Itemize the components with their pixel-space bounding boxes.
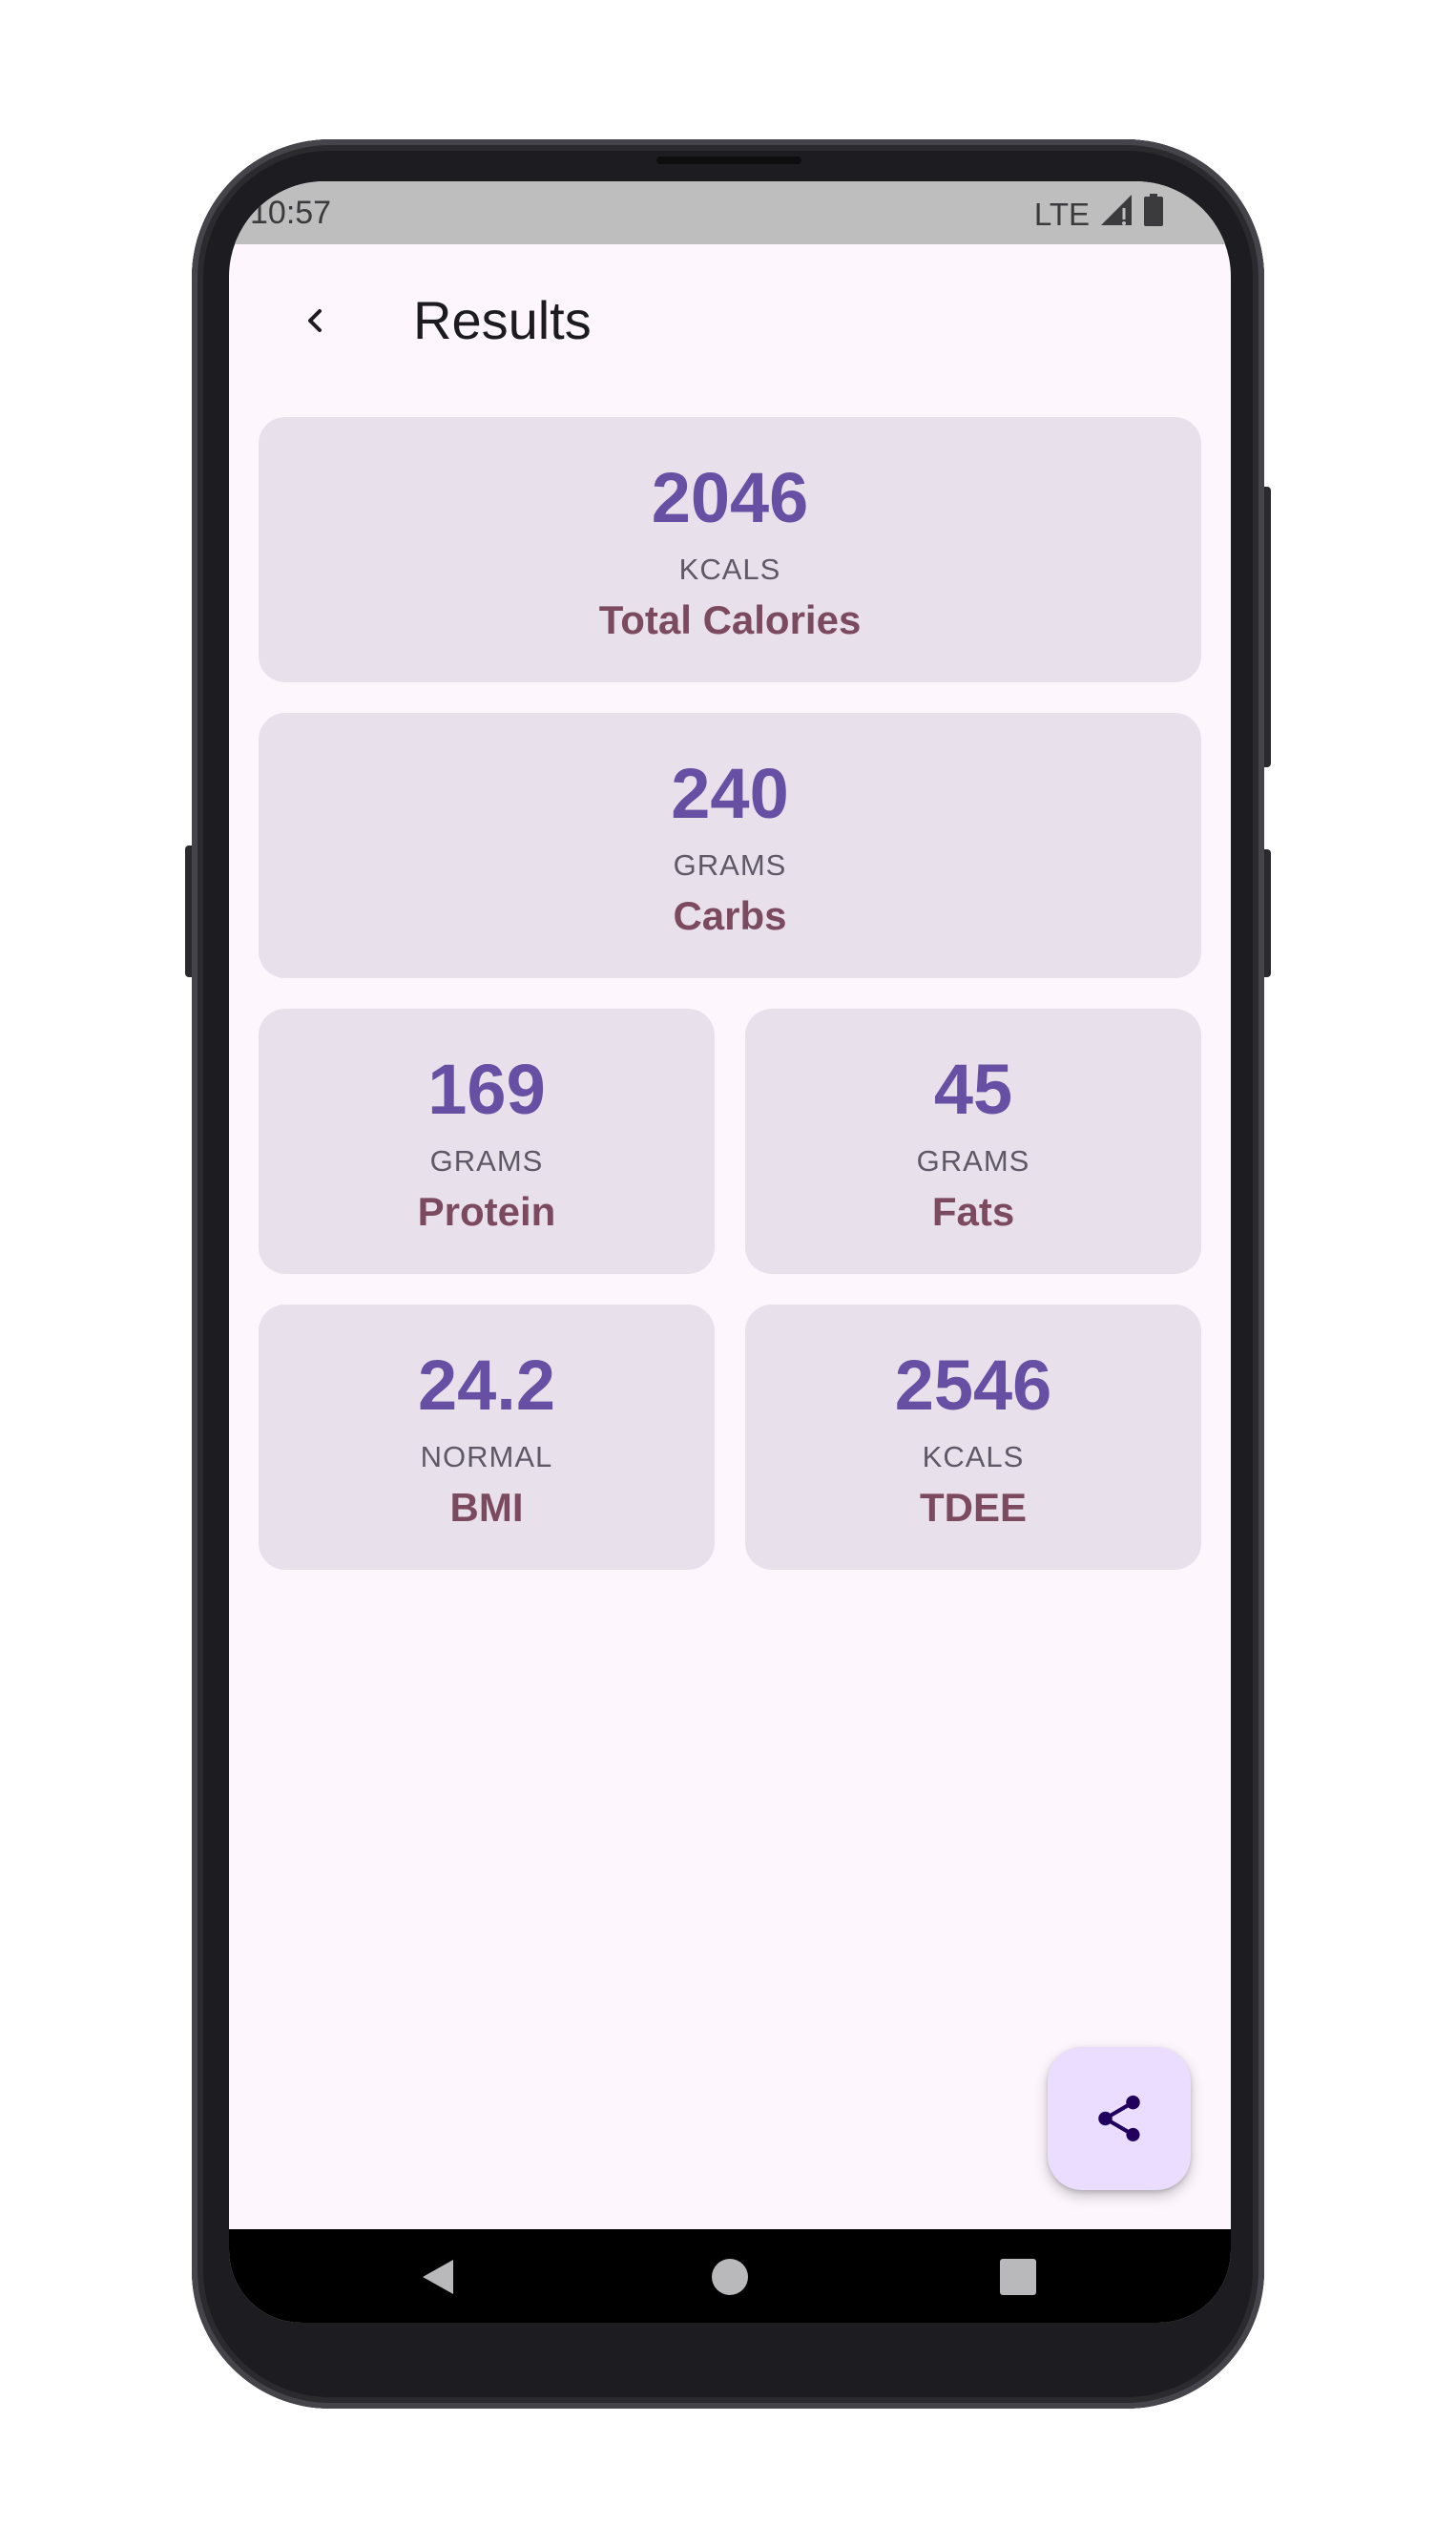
- total-calories-unit: KCALS: [678, 553, 781, 586]
- tdee-value: 2546: [894, 1346, 1052, 1425]
- tdee-card: 2546 KCALS TDEE: [745, 1305, 1201, 1570]
- page-title: Results: [413, 290, 592, 350]
- nav-back-icon: [423, 2260, 453, 2294]
- total-calories-card: 2046 KCALS Total Calories: [259, 417, 1201, 682]
- protein-label: Protein: [417, 1189, 556, 1234]
- nav-back-button[interactable]: [409, 2248, 467, 2306]
- carbs-value: 240: [671, 754, 789, 833]
- bmi-label: BMI: [449, 1485, 524, 1530]
- total-calories-label: Total Calories: [598, 597, 862, 642]
- protein-unit: GRAMS: [429, 1144, 544, 1178]
- fats-value: 45: [933, 1050, 1013, 1129]
- carbs-card: 240 GRAMS Carbs: [259, 713, 1201, 978]
- fats-unit: GRAMS: [916, 1144, 1030, 1178]
- bmi-card: 24.2 NORMAL BMI: [259, 1305, 715, 1570]
- top-app-bar: Results: [229, 244, 1231, 387]
- carbs-label: Carbs: [673, 893, 787, 938]
- fats-label: Fats: [931, 1189, 1015, 1234]
- nav-home-button[interactable]: [701, 2248, 759, 2306]
- share-button[interactable]: [1048, 2047, 1191, 2190]
- bmi-value: 24.2: [417, 1346, 556, 1425]
- app-screen: 10:57 LTE Results 2046 KCALS Total Calor…: [229, 181, 1231, 2323]
- tdee-label: TDEE: [919, 1485, 1027, 1530]
- signal-icon: [1099, 193, 1134, 236]
- system-nav-bar: [229, 2229, 1231, 2323]
- network-type: LTE: [1033, 196, 1090, 232]
- protein-card: 169 GRAMS Protein: [259, 1009, 715, 1274]
- status-icons: LTE: [1034, 193, 1164, 236]
- total-calories-value: 2046: [651, 458, 809, 537]
- status-time: 10:57: [250, 195, 332, 231]
- nav-recents-icon: [1000, 2259, 1036, 2295]
- battery-icon: [1143, 193, 1164, 236]
- bmi-unit: NORMAL: [420, 1440, 553, 1473]
- nav-home-icon: [712, 2259, 748, 2295]
- protein-value: 169: [427, 1050, 546, 1129]
- phone-speaker: [656, 157, 801, 164]
- carbs-unit: GRAMS: [673, 848, 787, 882]
- tdee-unit: KCALS: [922, 1440, 1025, 1473]
- chevron-left-icon: [308, 309, 322, 332]
- back-button[interactable]: [277, 282, 353, 359]
- fats-card: 45 GRAMS Fats: [745, 1009, 1201, 1274]
- share-icon: [1098, 2095, 1140, 2141]
- nav-recents-button[interactable]: [989, 2248, 1047, 2306]
- status-bar: 10:57 LTE: [229, 181, 1231, 244]
